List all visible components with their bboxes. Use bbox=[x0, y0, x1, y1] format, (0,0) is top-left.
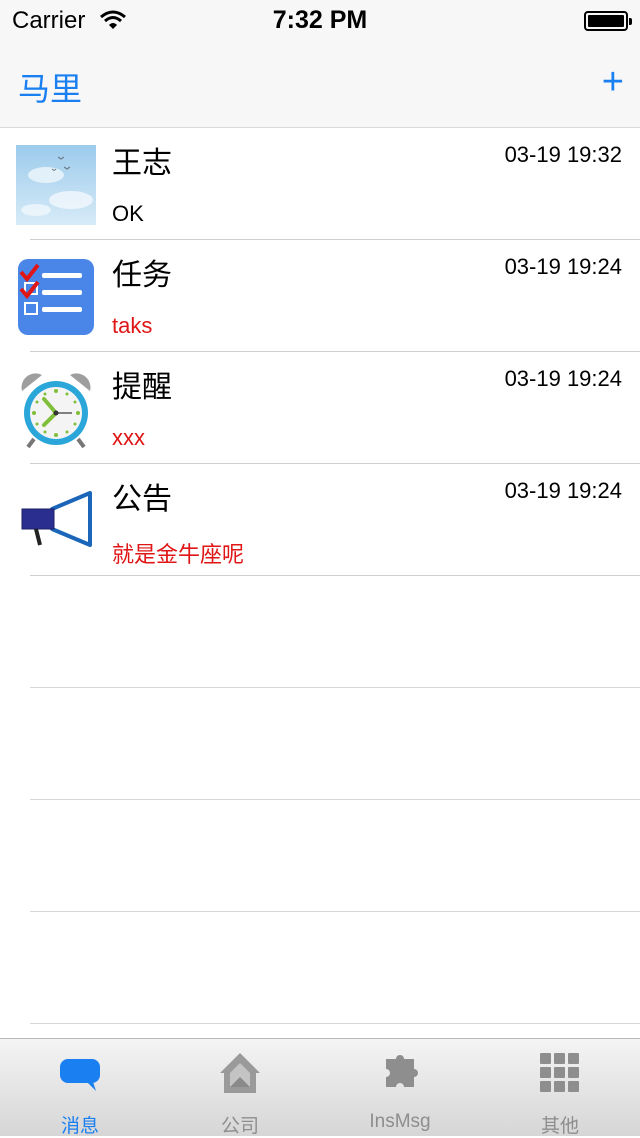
status-time: 7:32 PM bbox=[272, 6, 368, 34]
navigation-bar: 马里 + bbox=[0, 40, 640, 128]
message-time: 03-19 19:24 bbox=[504, 254, 622, 279]
message-row[interactable]: 提醒 03-19 19:24 xxx bbox=[0, 352, 640, 464]
battery-icon bbox=[584, 11, 632, 31]
tab-label: 公司 bbox=[220, 1116, 259, 1137]
grid-icon bbox=[540, 1053, 579, 1092]
message-title: 提醒 bbox=[112, 371, 172, 404]
message-preview: OK bbox=[112, 201, 144, 226]
message-preview: taks bbox=[112, 313, 153, 338]
house-icon bbox=[220, 1053, 260, 1093]
tab-insmsg[interactable]: InsMsg bbox=[320, 1039, 480, 1136]
empty-row bbox=[0, 688, 640, 800]
message-preview: xxx bbox=[112, 425, 145, 450]
message-title: 任务 bbox=[112, 259, 172, 292]
status-bar: Carrier 7:32 PM bbox=[0, 0, 640, 40]
empty-row bbox=[0, 576, 640, 688]
message-time: 03-19 19:32 bbox=[504, 142, 622, 167]
message-time: 03-19 19:24 bbox=[504, 478, 622, 503]
puzzle-icon bbox=[386, 1055, 418, 1087]
task-checklist-icon bbox=[18, 259, 94, 335]
message-time: 03-19 19:24 bbox=[504, 366, 622, 391]
empty-row bbox=[0, 912, 640, 1024]
nav-title: 马里 bbox=[18, 71, 83, 107]
tab-label: InsMsg bbox=[369, 1111, 431, 1132]
megaphone-icon bbox=[21, 491, 92, 547]
tab-label: 消息 bbox=[60, 1116, 99, 1137]
message-title: 公告 bbox=[112, 483, 172, 516]
message-row[interactable]: 任务 03-19 19:24 taks bbox=[0, 240, 640, 352]
tab-bar: 消息 公司 InsMsg 其他 bbox=[0, 1038, 640, 1137]
message-title: 王志 bbox=[112, 147, 172, 180]
tab-messages[interactable]: 消息 bbox=[0, 1039, 160, 1137]
tab-other[interactable]: 其他 bbox=[480, 1039, 640, 1137]
tab-label: 其他 bbox=[540, 1116, 579, 1137]
message-list: 王志 03-19 19:32 OK 任务 03-19 19:24 taks 提醒… bbox=[0, 128, 640, 1038]
message-row[interactable]: 公告 03-19 19:24 就是金牛座呢 bbox=[0, 464, 640, 576]
tab-company[interactable]: 公司 bbox=[160, 1039, 320, 1137]
chat-bubble-icon bbox=[60, 1059, 100, 1091]
message-row[interactable]: 王志 03-19 19:32 OK bbox=[0, 128, 640, 240]
sky-photo-avatar bbox=[16, 145, 96, 225]
add-button[interactable]: + bbox=[602, 62, 624, 102]
row-separator bbox=[30, 1023, 640, 1024]
empty-row bbox=[0, 800, 640, 912]
alarm-clock-icon bbox=[21, 373, 91, 449]
message-preview: 就是金牛座呢 bbox=[112, 542, 245, 567]
